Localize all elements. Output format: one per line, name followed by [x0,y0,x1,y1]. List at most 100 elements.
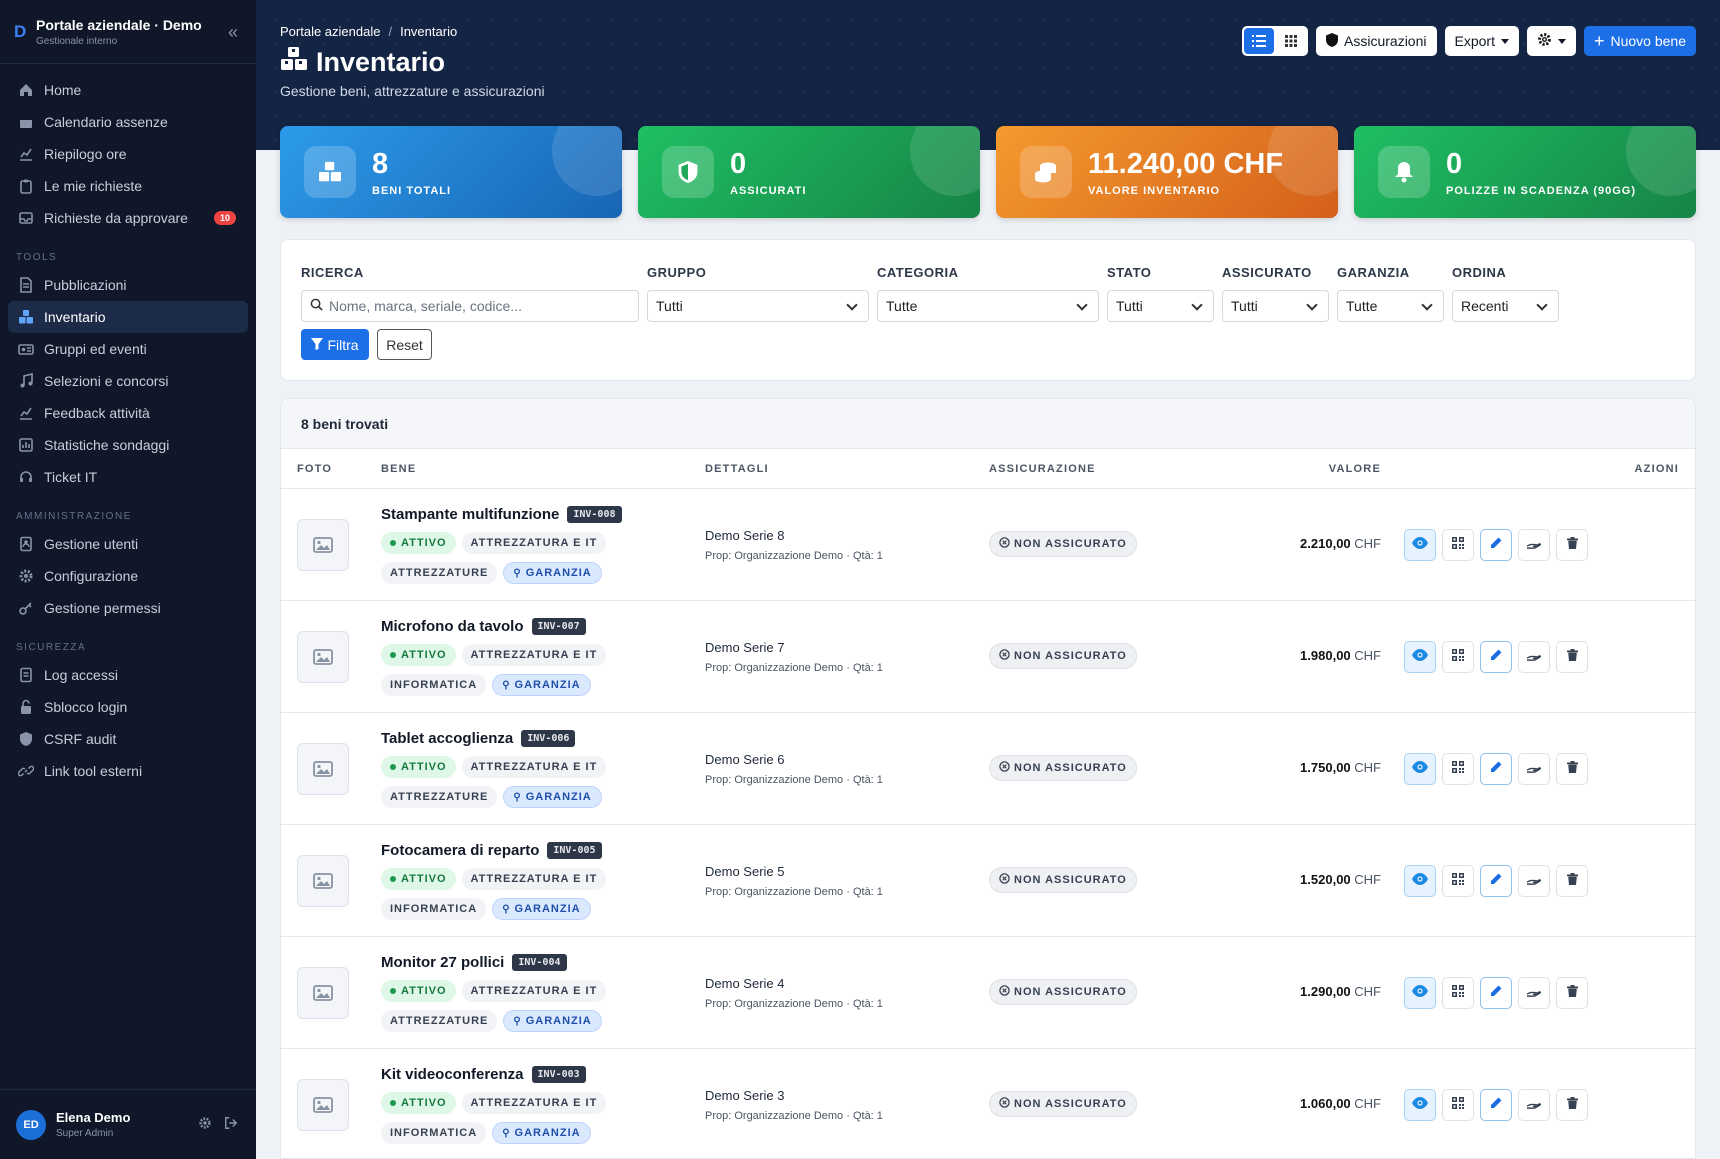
image-placeholder-icon[interactable] [297,855,349,907]
image-placeholder-icon[interactable] [297,743,349,795]
breadcrumb-root[interactable]: Portale aziendale [280,24,380,39]
delete-button[interactable] [1556,977,1588,1009]
item-name[interactable]: Monitor 27 pollici [381,954,504,971]
warranty-badge: ⚲ GARANZIA [503,1010,602,1032]
image-placeholder-icon[interactable] [297,631,349,683]
qr-code-button[interactable] [1442,753,1474,785]
delete-button[interactable] [1556,641,1588,673]
delete-button[interactable] [1556,1089,1588,1121]
export-label: Export [1454,33,1495,49]
item-name[interactable]: Kit videoconferenza [381,1066,524,1083]
item-code-badge: INV-006 [521,730,576,747]
table-row[interactable]: Stampante multifunzione INV-008 ATTIVO ATTR… [281,489,1695,601]
view-button[interactable] [1404,865,1436,897]
sidebar-item-pubblicazioni[interactable]: Pubblicazioni [8,269,248,301]
sidebar-item-riepilogo-ore[interactable]: Riepilogo ore [8,138,248,170]
sidebar-item-gruppi-ed-eventi[interactable]: Gruppi ed eventi [8,333,248,365]
inventory-table: 8 beni trovati FOTO BENE DETTAGLI ASSICU… [280,398,1696,1159]
sidebar-item-ticket-it[interactable]: Ticket IT [8,461,248,493]
sidebar-item-inventario[interactable]: Inventario [8,301,248,333]
sidebar-item-selezioni-e-concorsi[interactable]: Selezioni e concorsi [8,365,248,397]
logout-icon[interactable] [224,1116,238,1135]
new-item-button[interactable]: + Nuovo bene [1583,26,1696,56]
edit-button[interactable] [1480,1089,1512,1121]
breadcrumb: Portale aziendale / Inventario [280,24,458,39]
sidebar-item-calendario-assenze[interactable]: Calendario assenze [8,106,248,138]
pending-count-badge: 10 [213,211,236,225]
view-button[interactable] [1404,753,1436,785]
warranty-select[interactable]: Tutte [1337,290,1444,322]
insurance-button[interactable]: Assicurazioni [1316,26,1437,56]
delete-button[interactable] [1556,865,1588,897]
award-icon: ⚲ [502,1127,511,1139]
sidebar-item-gestione-permessi[interactable]: Gestione permessi [8,592,248,624]
item-name[interactable]: Microfono da tavolo [381,618,524,635]
collapse-sidebar-icon[interactable]: « [228,22,238,43]
filter-button[interactable]: Filtra [301,329,369,360]
loan-button[interactable] [1518,865,1550,897]
image-placeholder-icon[interactable] [297,519,349,571]
view-button[interactable] [1404,1089,1436,1121]
table-row[interactable]: Fotocamera di reparto INV-005 ATTIVO ATTREZ… [281,825,1695,937]
qr-code-button[interactable] [1442,641,1474,673]
sidebar-item-le-mie-richieste[interactable]: Le mie richieste [8,170,248,202]
export-button[interactable]: Export [1444,26,1519,56]
group-select[interactable]: Tutti [647,290,869,322]
reset-button[interactable]: Reset [377,329,432,360]
settings-dropdown-button[interactable] [1526,26,1576,56]
view-button[interactable] [1404,529,1436,561]
loan-button[interactable] [1518,753,1550,785]
sidebar-item-home[interactable]: Home [8,74,248,106]
view-button[interactable] [1404,977,1436,1009]
image-placeholder-icon[interactable] [297,1079,349,1131]
item-name[interactable]: Fotocamera di reparto [381,842,539,859]
qr-code-icon [1452,648,1464,666]
edit-button[interactable] [1480,529,1512,561]
edit-button[interactable] [1480,641,1512,673]
sidebar-item-feedback-attivit[interactable]: Feedback attività [8,397,248,429]
loan-button[interactable] [1518,1089,1550,1121]
avatar[interactable]: ED [16,1109,46,1140]
search-input[interactable]: Nome, marca, seriale, codice... [301,290,639,322]
qr-code-button[interactable] [1442,1089,1474,1121]
item-name[interactable]: Tablet accoglienza [381,730,513,747]
table-row[interactable]: Microfono da tavolo INV-007 ATTIVO ATTREZZA… [281,601,1695,713]
category-select[interactable]: Tutte [877,290,1099,322]
delete-button[interactable] [1556,753,1588,785]
page-subtitle: Gestione beni, attrezzature e assicurazi… [280,83,545,99]
edit-button[interactable] [1480,865,1512,897]
view-button[interactable] [1404,641,1436,673]
warranty-label: GARANZIA [514,679,581,691]
insured-select[interactable]: Tutti [1222,290,1329,322]
delete-button[interactable] [1556,529,1588,561]
qr-code-button[interactable] [1442,865,1474,897]
sidebar-item-link-tool-esterni[interactable]: Link tool esterni [8,755,248,787]
sidebar-item-configurazione[interactable]: Configurazione [8,560,248,592]
chevron-down-icon [1536,299,1548,311]
item-name[interactable]: Stampante multifunzione [381,506,559,523]
sidebar-item-richieste-da-approvare[interactable]: Richieste da approvare 10 [8,202,248,234]
loan-button[interactable] [1518,529,1550,561]
warranty-value: Tutte [1346,298,1378,314]
grid-view-button[interactable] [1276,28,1306,54]
gear-icon[interactable] [198,1116,212,1135]
table-row[interactable]: Kit videoconferenza INV-003 ATTIVO ATTREZZA… [281,1049,1695,1158]
sidebar-item-log-accessi[interactable]: Log accessi [8,659,248,691]
sidebar-item-gestione-utenti[interactable]: Gestione utenti [8,528,248,560]
edit-button[interactable] [1480,977,1512,1009]
sidebar-item-statistiche-sondaggi[interactable]: Statistiche sondaggi [8,429,248,461]
loan-button[interactable] [1518,641,1550,673]
order-select[interactable]: Recenti [1452,290,1559,322]
edit-button[interactable] [1480,753,1512,785]
qr-code-button[interactable] [1442,529,1474,561]
sidebar-item-sblocco-login[interactable]: Sblocco login [8,691,248,723]
qr-code-button[interactable] [1442,977,1474,1009]
image-placeholder-icon[interactable] [297,967,349,1019]
warranty-badge: ⚲ GARANZIA [492,674,591,696]
list-view-button[interactable] [1244,28,1275,54]
table-row[interactable]: Tablet accoglienza INV-006 ATTIVO ATTREZZAT… [281,713,1695,825]
table-row[interactable]: Monitor 27 pollici INV-004 ATTIVO ATTREZZAT… [281,937,1695,1049]
loan-button[interactable] [1518,977,1550,1009]
sidebar-item-csrf-audit[interactable]: CSRF audit [8,723,248,755]
status-select[interactable]: Tutti [1107,290,1214,322]
